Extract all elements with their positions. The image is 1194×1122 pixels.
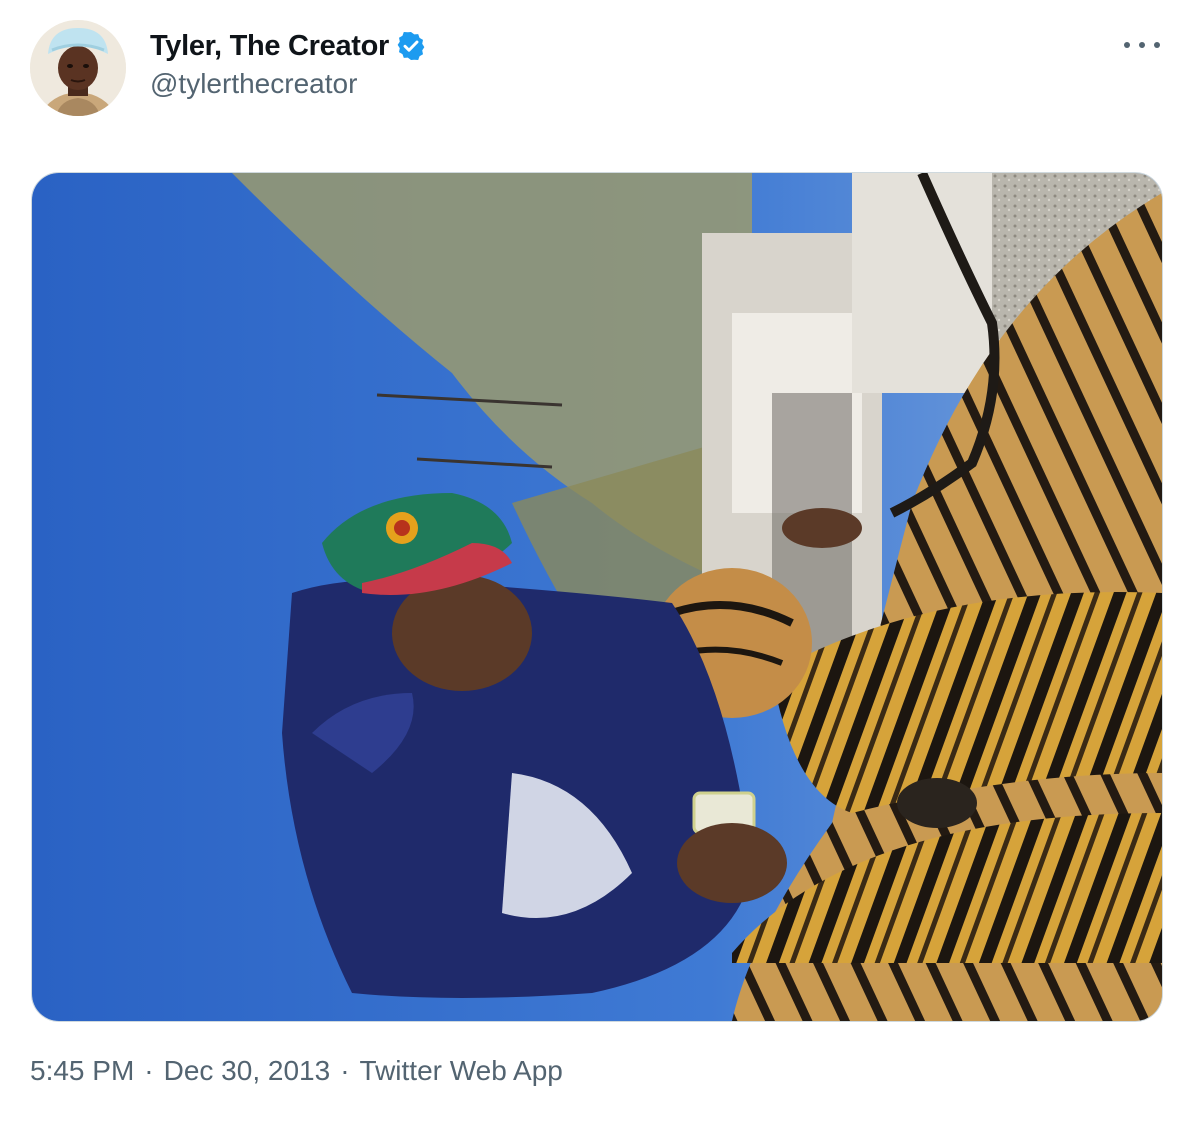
display-name-row: Tyler, The Creator xyxy=(150,28,427,64)
tweet-metadata: 5:45 PM · Dec 30, 2013 · Twitter Web App xyxy=(30,1055,563,1087)
photo-image xyxy=(32,173,1162,1021)
more-dot xyxy=(1139,42,1145,48)
tweet-source[interactable]: Twitter Web App xyxy=(360,1055,563,1086)
more-options-icon[interactable] xyxy=(1124,30,1160,60)
author-handle[interactable]: @tylerthecreator xyxy=(150,68,427,100)
more-dot xyxy=(1154,42,1160,48)
tweet-time[interactable]: 5:45 PM xyxy=(30,1055,134,1086)
meta-separator: · xyxy=(340,1055,350,1086)
author-avatar[interactable] xyxy=(30,20,126,116)
verified-badge-icon xyxy=(395,30,427,62)
meta-separator: · xyxy=(144,1055,154,1086)
tweet: Tyler, The Creator @tylerthecreator 5:45… xyxy=(0,0,1194,1122)
tweet-photo[interactable] xyxy=(31,172,1163,1022)
tweet-date[interactable]: Dec 30, 2013 xyxy=(164,1055,331,1086)
author-display-name[interactable]: Tyler, The Creator xyxy=(150,30,389,63)
author-info: Tyler, The Creator @tylerthecreator xyxy=(150,28,427,100)
more-dot xyxy=(1124,42,1130,48)
